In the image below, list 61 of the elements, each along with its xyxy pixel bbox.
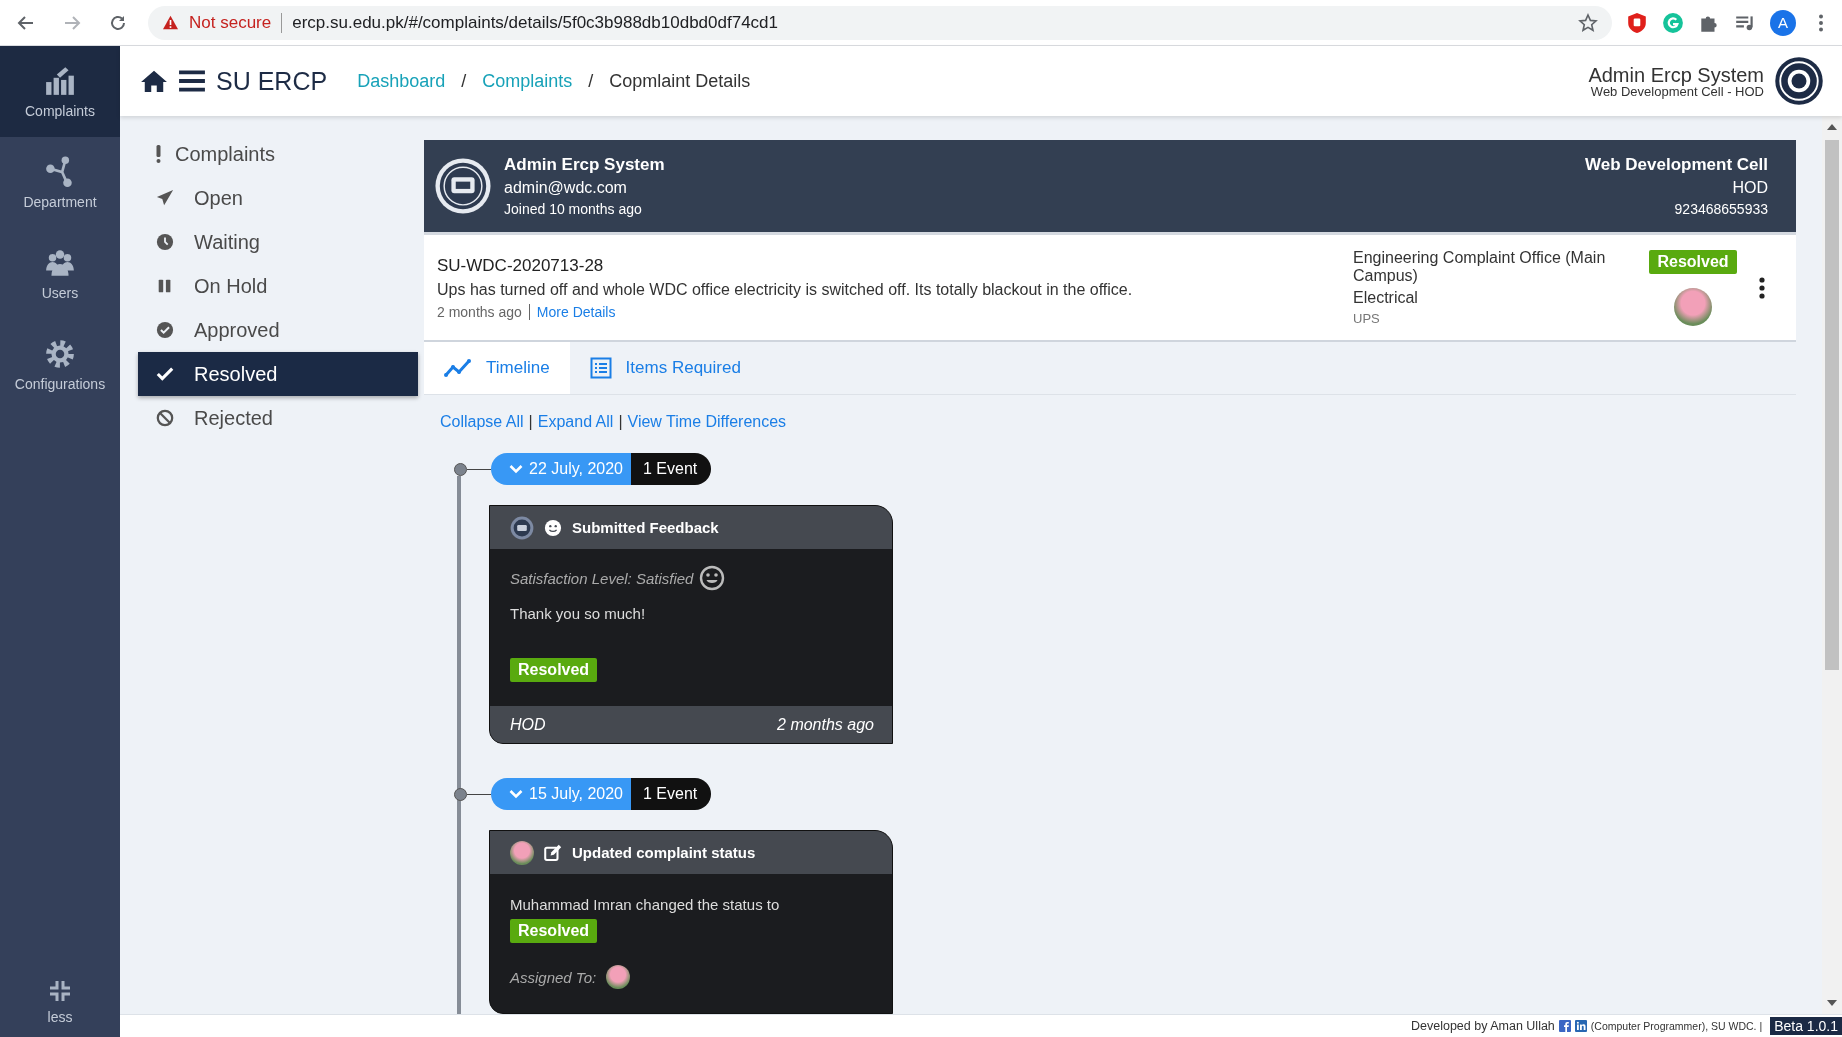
role-text: HOD: [1732, 179, 1768, 197]
rail-label: Department: [23, 193, 97, 210]
phone-number: 923468655933: [1674, 201, 1768, 217]
more-details-link[interactable]: More Details: [536, 303, 616, 320]
version-badge: Beta 1.0.1: [1770, 1017, 1842, 1035]
status-badge: Resolved: [510, 919, 598, 943]
rail-label: Users: [41, 284, 79, 301]
sidebar-item[interactable]: Resolved: [138, 352, 418, 396]
joined-text: Joined 10 months ago: [504, 201, 643, 217]
status-badge: Resolved: [1649, 249, 1737, 274]
event-count: 1 Event: [631, 778, 712, 810]
rail-item[interactable]: Configurations: [0, 319, 120, 410]
complaint-time: 2 months ago: [437, 303, 522, 320]
developer-credit: Developed by Aman Ullah: [1411, 1019, 1555, 1033]
event-role: HOD: [510, 715, 546, 734]
breadcrumb-current: Copmlaint Details: [609, 70, 751, 92]
security-label: Not secure: [189, 12, 272, 33]
sidebar-item[interactable]: On Hold: [138, 264, 418, 308]
assigned-label: Assigned To:: [510, 968, 597, 986]
timeline-link[interactable]: Expand All: [537, 413, 614, 431]
timeline-link[interactable]: Collapse All: [440, 413, 524, 431]
status-change-text: Muhammad Imran changed the status to: [510, 896, 781, 913]
user-name: Admin Ercp System: [1588, 64, 1764, 85]
event-time: 2 months ago: [777, 715, 874, 734]
profile-name: Admin Ercp System: [504, 155, 665, 175]
breadcrumb-separator: /: [461, 70, 467, 92]
sidebar-item[interactable]: Waiting: [138, 220, 418, 264]
profile-email: admin@wdc.com: [504, 179, 628, 197]
app-title: SU ERCP: [216, 66, 328, 96]
category-text: Electrical: [1353, 289, 1419, 307]
event-count: 1 Event: [631, 453, 712, 485]
rail-item[interactable]: Complaints: [0, 46, 120, 137]
tab[interactable]: Items Required: [569, 342, 761, 394]
tab[interactable]: Timeline: [424, 342, 570, 394]
feedback-message: Thank you so much!: [510, 605, 647, 622]
subcategory-text: UPS: [1353, 311, 1381, 326]
profile-avatar[interactable]: A: [1770, 9, 1796, 36]
timeline-link[interactable]: View Time Differences: [627, 413, 787, 431]
link-separator: |: [528, 413, 533, 431]
office-name: Engineering Complaint Office (Main Campus): [1353, 249, 1607, 285]
rail-label: Configurations: [14, 375, 106, 392]
department-name: Web Development Cell: [1585, 155, 1768, 175]
rail-item[interactable]: Users: [0, 228, 120, 319]
breadcrumb-separator: /: [588, 70, 594, 92]
collapse-button[interactable]: less: [0, 967, 120, 1037]
complaint-code: SU-WDC-2020713-28: [437, 255, 605, 276]
sidebar-item[interactable]: Rejected: [138, 396, 418, 440]
satisfaction-level: Satisfaction Level: Satisfied: [510, 569, 694, 587]
address-bar[interactable]: Not secure ercp.su.edu.pk/#/complaints/details/5f0c3b988db10dbd0df74cd1: [148, 5, 1612, 40]
sidebar-item[interactable]: Open: [138, 176, 418, 220]
rail-item[interactable]: Department: [0, 137, 120, 228]
status-badge: Resolved: [510, 658, 598, 682]
link-separator: |: [618, 413, 623, 431]
url-text: ercp.su.edu.pk/#/complaints/details/5f0c3b988db10dbd0df74cd1: [292, 12, 779, 33]
event-title: Updated complaint status: [572, 844, 756, 861]
developer-role: (Computer Programmer), SU WDC. |: [1590, 1020, 1763, 1032]
event-title: Submitted Feedback: [572, 519, 719, 536]
sidebar-item[interactable]: Approved: [138, 308, 418, 352]
sidebar-item[interactable]: Complaints: [138, 132, 418, 176]
complaint-description: Ups has turned off and whole WDC office electricity is switched off. Its totally blackout in the office.: [437, 280, 1134, 299]
rail-label: Complaints: [25, 102, 95, 119]
